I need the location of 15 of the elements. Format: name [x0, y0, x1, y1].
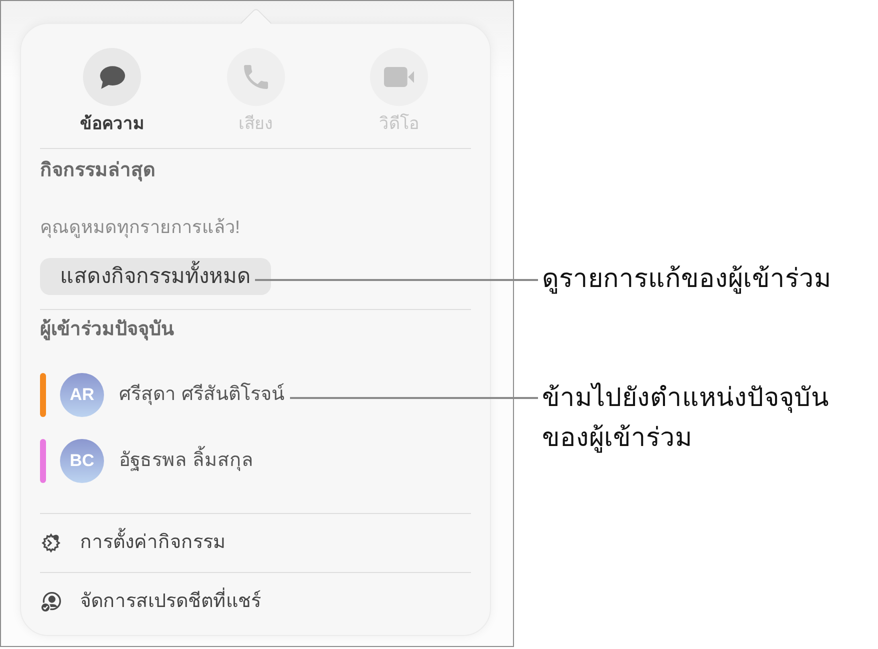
section-heading: ผู้เข้าร่วมปัจจุบัน [40, 318, 175, 342]
person-check-icon [40, 591, 62, 613]
avatar: BC [60, 439, 104, 483]
callout-text: ดูรายการแก้ของผู้เข้าร่วม [542, 262, 832, 296]
avatar: AR [60, 373, 104, 417]
message-button[interactable]: ข้อความ [40, 48, 184, 135]
show-all-button[interactable]: แสดงกิจกรรมทั้งหมด [40, 258, 271, 295]
participant-name[interactable]: อัฐธรพล ลิ้มสกุล [119, 446, 254, 476]
participant-name[interactable]: ศรีสุดา ศรีสันติโรจน์ [119, 380, 284, 410]
callout-text: ข้ามไปยังตำแหน่งปัจจุบันของผู้เข้าร่วม [542, 381, 830, 455]
menu-item[interactable]: จัดการสเปรดชีตที่แชร์ [40, 573, 471, 631]
section-heading: กิจกรรมล่าสุด [40, 159, 156, 183]
status-message: คุณดูหมดทุกรายการแล้ว! [40, 216, 242, 239]
menu-item[interactable]: การตั้งค่ากิจกรรม [40, 514, 471, 572]
gear-icon [40, 532, 62, 554]
